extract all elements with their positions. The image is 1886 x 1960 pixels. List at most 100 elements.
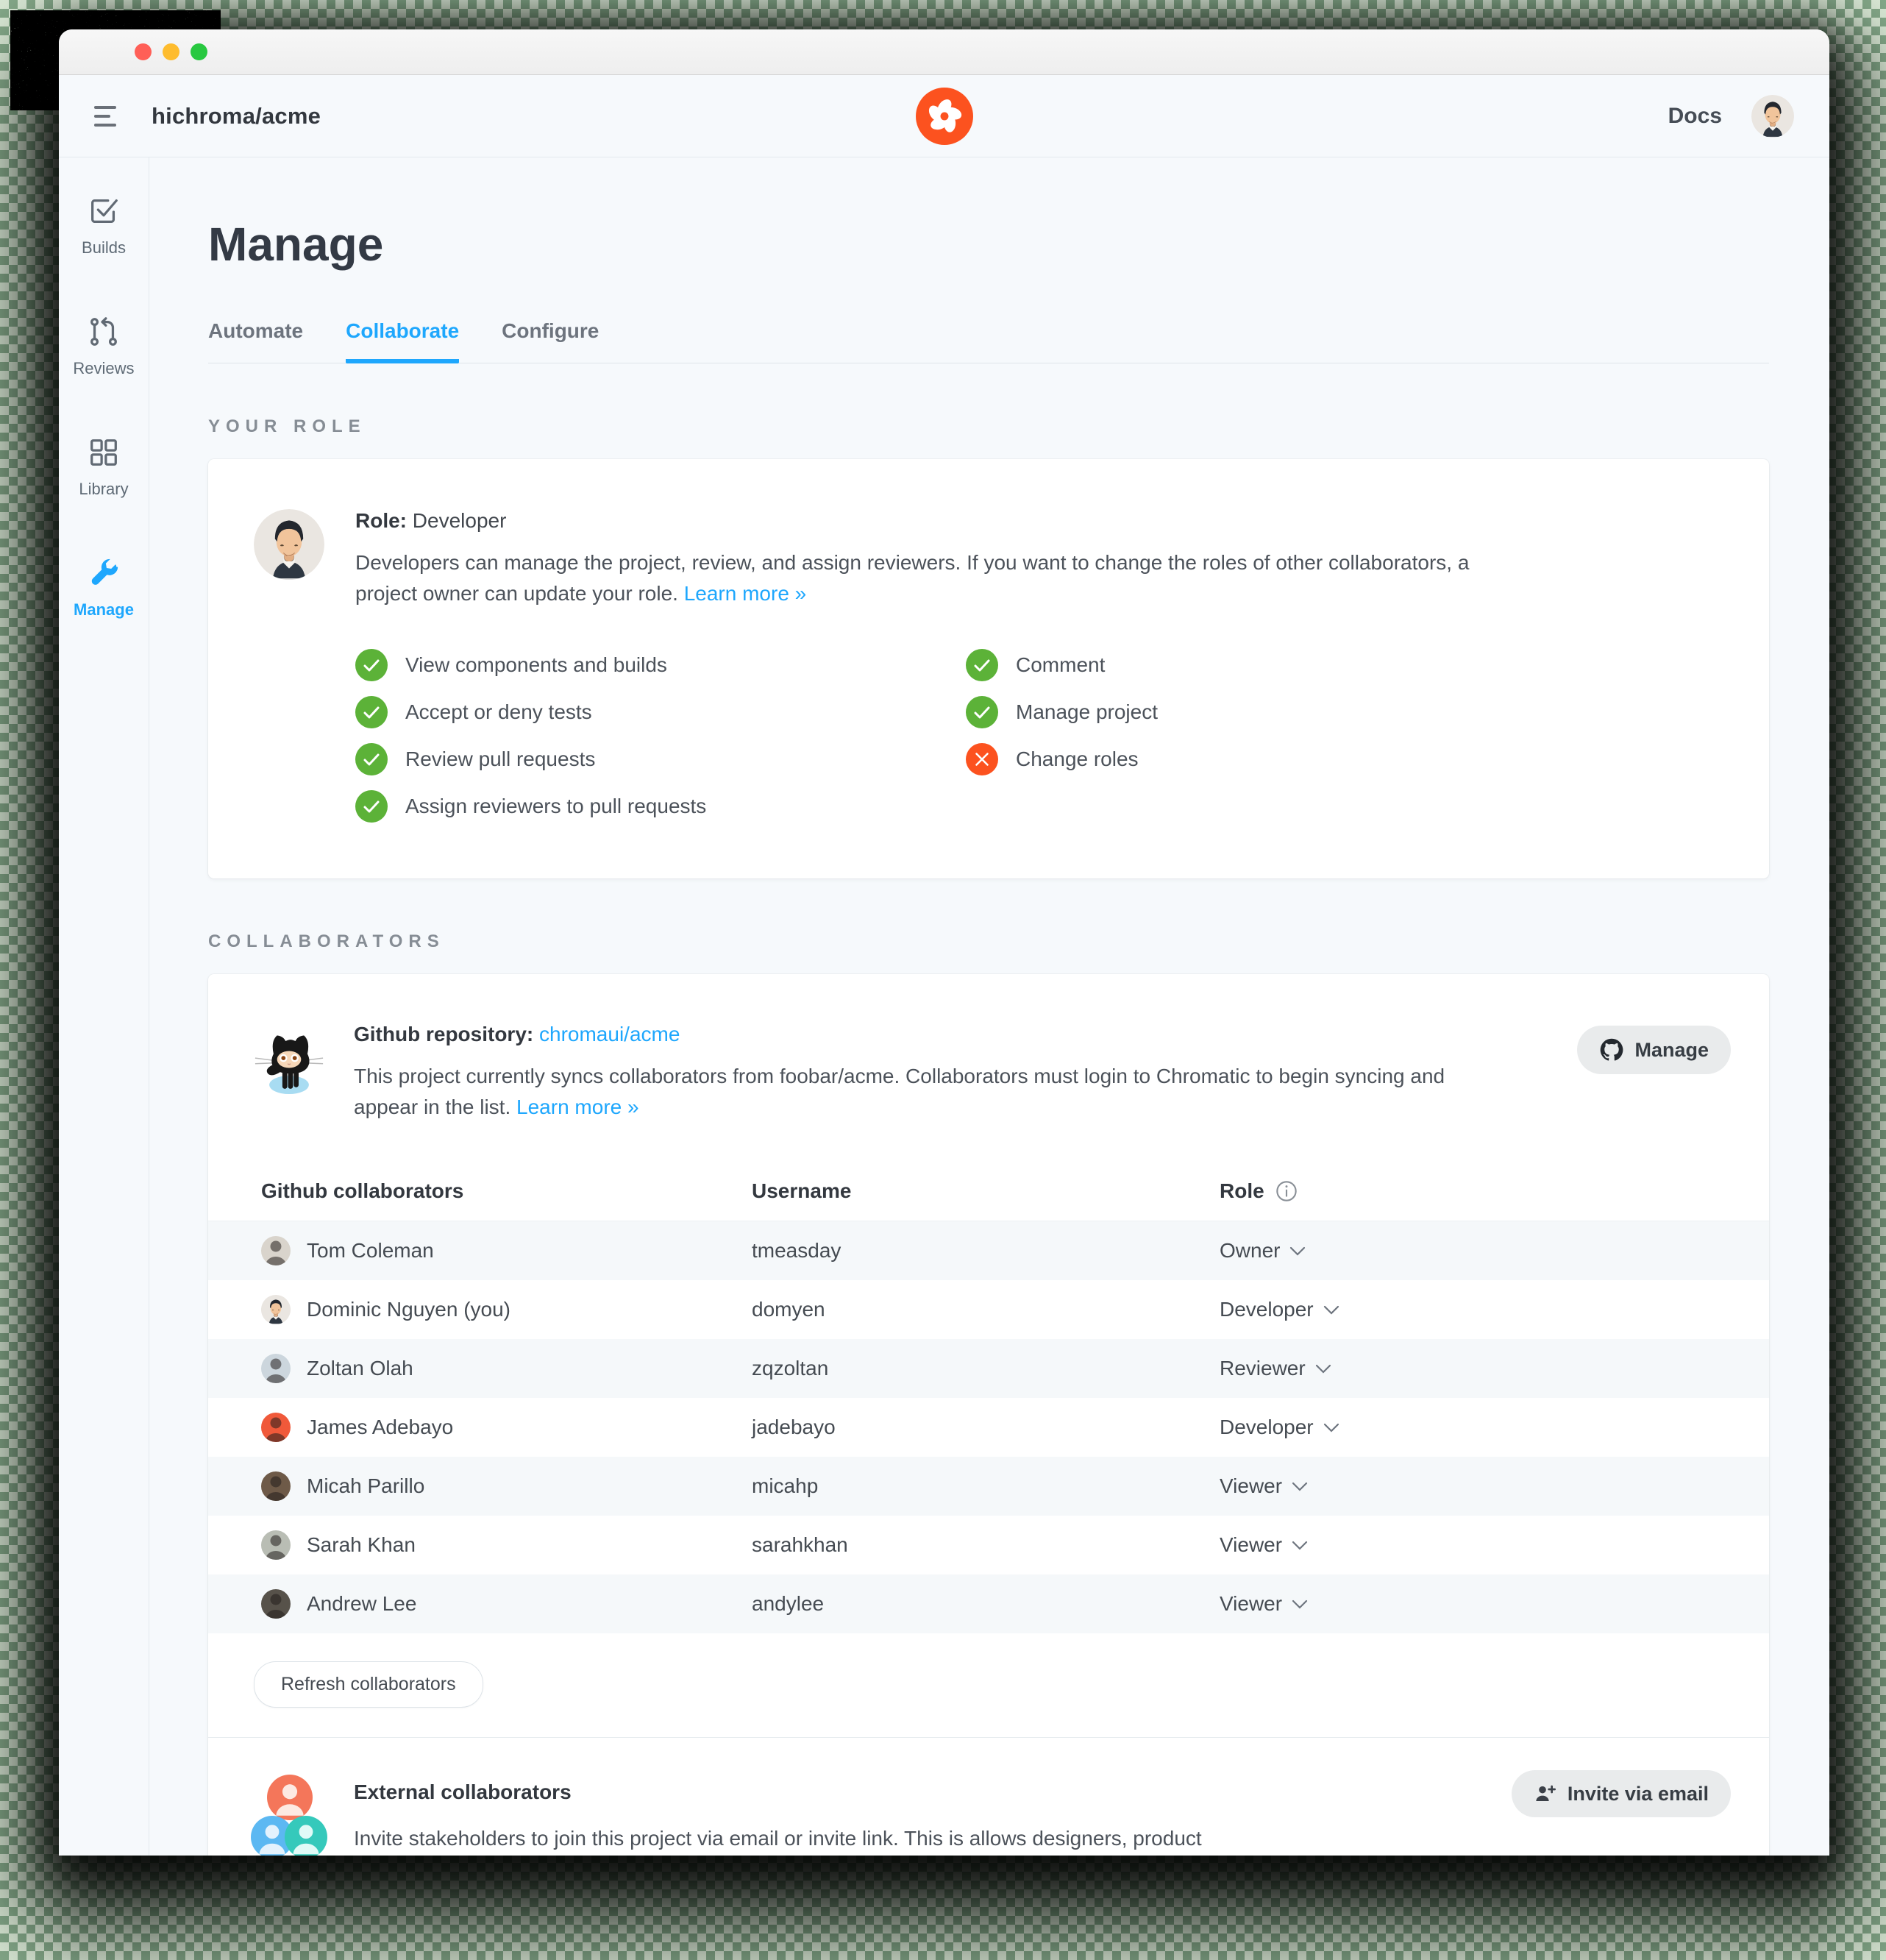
page-title: Manage	[208, 218, 384, 271]
role-dropdown[interactable]: Viewer	[1220, 1474, 1769, 1498]
github-repo-row: Github repository: chromaui/acme This pr…	[208, 974, 1769, 1161]
project-title[interactable]: hichroma/acme	[152, 103, 321, 129]
external-collaborators-section: External collaborators Invite stakeholde…	[208, 1738, 1769, 1856]
avatar	[261, 1413, 291, 1442]
collaborator-name: Dominic Nguyen (you)	[307, 1298, 510, 1321]
permissions-grid: View components and builds Accept or den…	[355, 642, 1503, 830]
chevron-down-icon	[1323, 1423, 1339, 1432]
role-info-icon[interactable]	[1275, 1179, 1298, 1203]
collaborator-username: jadebayo	[752, 1416, 836, 1438]
sidebar-item-builds[interactable]: Builds	[82, 194, 126, 258]
permission-item: Manage project	[966, 689, 1503, 736]
role-value: Developer	[412, 509, 507, 532]
sidebar-item-label: Library	[79, 480, 129, 498]
role-line: Role: Developer	[355, 509, 1503, 533]
role-dropdown[interactable]: Developer	[1220, 1416, 1769, 1439]
external-collaborators-description: Invite stakeholders to join this project…	[354, 1827, 1202, 1850]
collaborator-name: James Adebayo	[307, 1416, 454, 1438]
column-header: Github collaborators	[261, 1179, 464, 1202]
collaborator-username: micahp	[752, 1474, 819, 1497]
tab-collaborate[interactable]: Collaborate	[346, 319, 460, 363]
zoom-window-button[interactable]	[191, 43, 207, 60]
collaborator-name: Andrew Lee	[307, 1592, 417, 1615]
table-row: Dominic Nguyen (you) domyen Developer	[208, 1280, 1769, 1339]
table-row: James Adebayo jadebayo Developer	[208, 1398, 1769, 1457]
role-dropdown[interactable]: Reviewer	[1220, 1357, 1769, 1380]
refresh-collaborators-button[interactable]: Refresh collaborators	[254, 1661, 483, 1708]
screenshot-canvas: hichroma/acme Docs Builds Reviews Librar…	[0, 0, 1886, 1960]
docs-link[interactable]: Docs	[1668, 104, 1722, 129]
collaborator-name: Zoltan Olah	[307, 1357, 413, 1380]
sidebar-item-label: Manage	[74, 600, 134, 619]
collaborators-table-body: Tom Coleman tmeasday Owner Dominic Nguye…	[208, 1221, 1769, 1633]
avatar	[261, 1236, 291, 1265]
table-row: Tom Coleman tmeasday Owner	[208, 1221, 1769, 1280]
sidebar-toggle-icon[interactable]	[94, 105, 119, 127]
check-circle-icon	[355, 649, 388, 681]
chevron-down-icon	[1292, 1541, 1308, 1550]
collaborator-username: sarahkhan	[752, 1533, 848, 1556]
sidebar-item-library[interactable]: Library	[79, 436, 129, 499]
permission-item: Assign reviewers to pull requests	[355, 783, 966, 830]
table-row: Sarah Khan sarahkhan Viewer	[208, 1516, 1769, 1574]
role-learn-more-link[interactable]: Learn more »	[684, 582, 807, 605]
collaborator-name: Tom Coleman	[307, 1239, 434, 1262]
your-role-card: Role: Developer Developers can manage th…	[208, 459, 1769, 878]
x-circle-icon	[966, 743, 998, 775]
octocat-illustration	[255, 1035, 324, 1095]
repo-description: This project currently syncs collaborato…	[354, 1065, 1445, 1118]
check-circle-icon	[355, 790, 388, 823]
main-content: Manage Automate Collaborate Configure YO…	[149, 157, 1829, 1856]
tab-automate[interactable]: Automate	[208, 319, 303, 363]
check-circle-icon	[355, 743, 388, 775]
avatar	[261, 1354, 291, 1383]
avatar	[261, 1530, 291, 1560]
collaborators-card: Github repository: chromaui/acme This pr…	[208, 974, 1769, 1856]
external-collaborators-title: External collaborators	[354, 1780, 572, 1803]
avatar	[261, 1471, 291, 1501]
manage-tabs: Automate Collaborate Configure	[208, 319, 1769, 363]
role-dropdown[interactable]: Viewer	[1220, 1592, 1769, 1616]
chevron-down-icon	[1323, 1305, 1339, 1315]
chromatic-logo-icon[interactable]	[915, 87, 973, 145]
check-circle-icon	[355, 696, 388, 728]
chevron-down-icon	[1315, 1364, 1331, 1374]
permission-item: View components and builds	[355, 642, 966, 689]
table-row: Micah Parillo micahp Viewer	[208, 1457, 1769, 1516]
close-window-button[interactable]	[135, 43, 152, 60]
sidebar-item-label: Reviews	[73, 359, 135, 377]
library-icon	[90, 439, 117, 466]
chevron-down-icon	[1290, 1246, 1306, 1256]
user-avatar[interactable]	[1751, 94, 1794, 138]
chevron-down-icon	[1292, 1599, 1308, 1609]
github-manage-button[interactable]: Manage	[1577, 1026, 1731, 1074]
role-dropdown[interactable]: Owner	[1220, 1239, 1769, 1263]
permission-item: Review pull requests	[355, 736, 966, 783]
sidebar: Builds Reviews Library Manage	[59, 157, 149, 1856]
app-header: hichroma/acme Docs	[59, 75, 1829, 157]
current-user-avatar	[254, 509, 324, 580]
permission-item: Accept or deny tests	[355, 689, 966, 736]
invite-via-email-button[interactable]: Invite via email	[1511, 1770, 1731, 1817]
role-dropdown[interactable]: Viewer	[1220, 1533, 1769, 1557]
chevron-down-icon	[1292, 1482, 1308, 1491]
collaborator-username: zqzoltan	[752, 1357, 829, 1380]
role-dropdown[interactable]: Developer	[1220, 1298, 1769, 1321]
role-description: Developers can manage the project, revie…	[355, 551, 1470, 605]
avatar	[261, 1295, 291, 1324]
sidebar-item-label: Builds	[82, 238, 126, 257]
collaborators-table-header: Github collaborators Username Role	[208, 1161, 1769, 1221]
sidebar-item-reviews[interactable]: Reviews	[73, 315, 135, 378]
repo-learn-more-link[interactable]: Learn more »	[516, 1096, 639, 1118]
macos-titlebar	[59, 29, 1829, 75]
tab-configure[interactable]: Configure	[502, 319, 599, 363]
repo-label: Github repository:	[354, 1023, 534, 1045]
repo-link[interactable]: chromaui/acme	[539, 1023, 680, 1045]
permission-item: Comment	[966, 642, 1503, 689]
role-label: Role:	[355, 509, 407, 532]
repo-title-line: Github repository: chromaui/acme	[354, 1023, 1460, 1046]
manage-wrench-icon	[91, 558, 118, 585]
reviews-icon	[90, 317, 117, 346]
sidebar-item-manage[interactable]: Manage	[74, 556, 134, 619]
minimize-window-button[interactable]	[163, 43, 179, 60]
